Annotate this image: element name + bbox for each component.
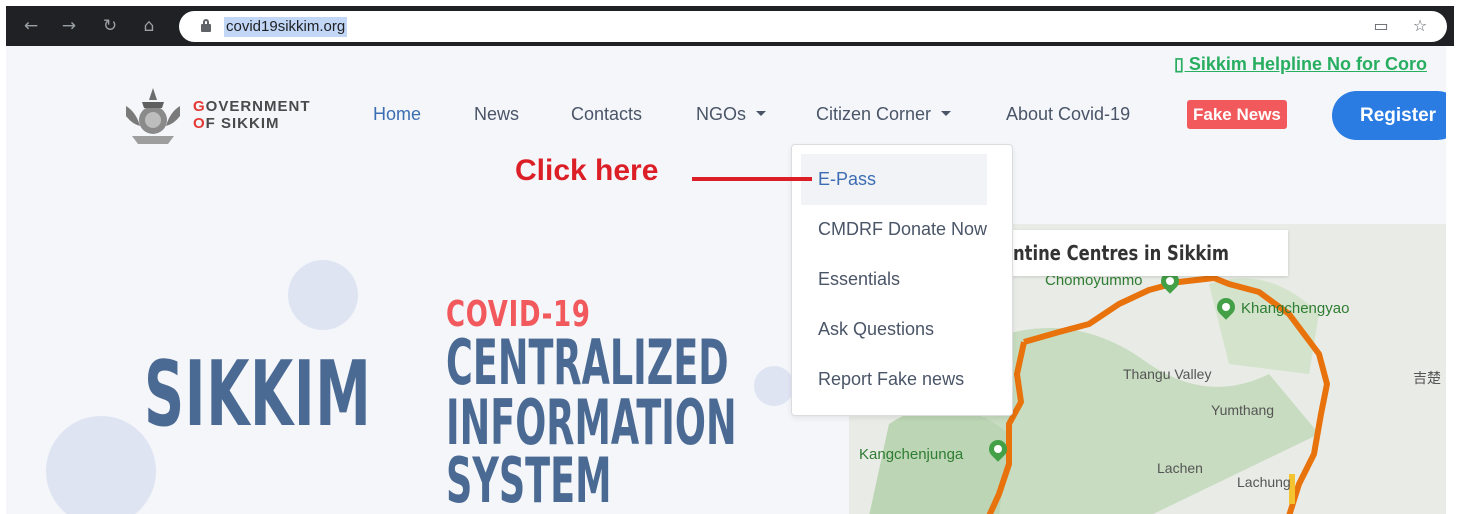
reload-icon[interactable]: ↻ — [99, 15, 121, 37]
annotation-arrow — [692, 177, 812, 181]
nav-ngos-label: NGOs — [696, 104, 747, 124]
nav-citizen-corner-label: Citizen Corner — [816, 104, 932, 124]
url-text[interactable]: covid19sikkim.org — [224, 17, 348, 37]
map-label: Kangchenjunga — [859, 446, 964, 463]
dropdown-item-report-fake-news[interactable]: Report Fake news — [818, 369, 964, 390]
map-label: Thangu Valley — [1123, 366, 1212, 382]
back-icon[interactable]: ← — [20, 15, 42, 37]
chevron-down-icon — [941, 110, 952, 116]
map-label: Khangchengyao — [1241, 300, 1350, 317]
dropdown-item-essentials[interactable]: Essentials — [818, 269, 900, 290]
virus-decoration-icon — [754, 366, 794, 406]
click-here-annotation: Click here — [515, 154, 659, 187]
nav-contacts[interactable]: Contacts — [571, 104, 642, 125]
hero-line-centralized: CENTRALIZED — [446, 326, 729, 399]
dropdown-item-epass[interactable]: E-Pass — [818, 169, 876, 190]
dropdown-item-ask-questions[interactable]: Ask Questions — [818, 319, 934, 340]
browser-toolbar: ← → ↻ ⌂ covid19sikkim.org ▭ ☆ — [6, 6, 1454, 46]
chevron-down-icon — [756, 110, 767, 116]
helpline-text: Sikkim Helpline No for Coro — [1188, 54, 1427, 74]
map-label: Yumthang — [1211, 402, 1275, 418]
map-label: Lachen — [1157, 460, 1203, 476]
fake-news-button[interactable]: Fake News — [1187, 100, 1287, 129]
nav-ngos[interactable]: NGOs — [696, 104, 767, 125]
dropdown-item-cmdrf-donate[interactable]: CMDRF Donate Now — [818, 219, 987, 240]
hero-sikkim-title: SIKKIM — [144, 342, 372, 447]
map-label: 吉楚 — [1413, 370, 1441, 386]
nav-citizen-corner[interactable]: Citizen Corner — [816, 104, 952, 125]
sikkim-emblem-logo[interactable] — [122, 86, 184, 146]
register-button[interactable]: Register — [1332, 91, 1446, 140]
map-label: Lachung — [1237, 474, 1291, 490]
nav-news[interactable]: News — [474, 104, 519, 125]
star-icon[interactable]: ☆ — [1409, 15, 1431, 37]
cast-icon[interactable]: ▭ — [1370, 15, 1392, 37]
hero-line-system: SYSTEM — [446, 444, 612, 514]
virus-decoration-icon — [46, 416, 156, 514]
forward-icon[interactable]: → — [58, 15, 80, 37]
nav-about-covid[interactable]: About Covid-19 — [1006, 104, 1130, 125]
virus-decoration-icon — [288, 260, 358, 330]
lock-icon[interactable] — [201, 19, 211, 32]
government-of-sikkim-wordmark[interactable]: GOVERNMENT OF SIKKIM — [193, 98, 311, 132]
map-title: ntine Centres in Sikkim — [1001, 230, 1289, 276]
address-bar[interactable]: covid19sikkim.org ▭ ☆ — [179, 11, 1447, 42]
citizen-corner-dropdown: E-Pass CMDRF Donate Now Essentials Ask Q… — [791, 144, 1013, 416]
nav-home[interactable]: Home — [373, 104, 421, 125]
web-page: ▯ Sikkim Helpline No for Coro GOVERNMENT… — [6, 46, 1446, 514]
home-icon[interactable]: ⌂ — [138, 15, 160, 37]
helpline-link[interactable]: ▯ Sikkim Helpline No for Coro — [1174, 54, 1427, 75]
